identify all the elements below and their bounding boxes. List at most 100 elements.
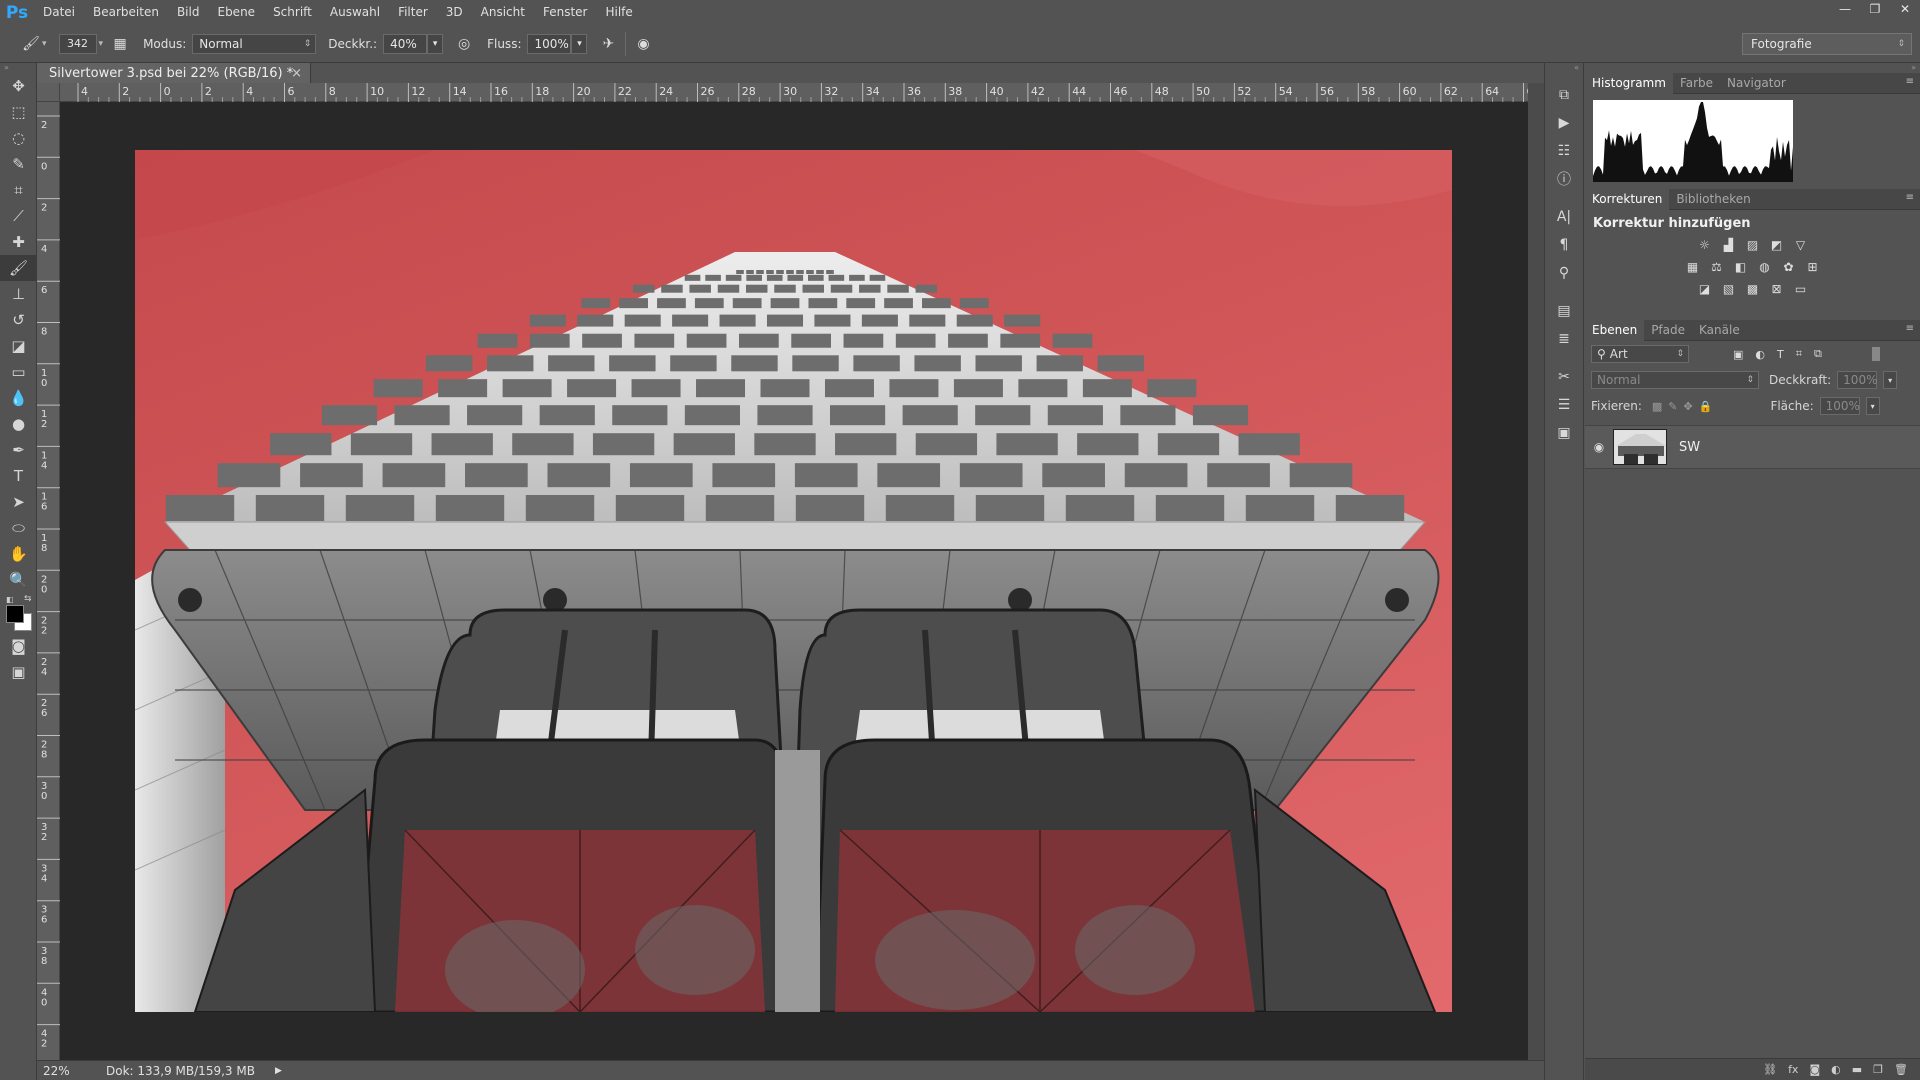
modus-select[interactable]: Normal ⇕ <box>192 33 317 54</box>
panel-menu-icon[interactable]: ≡ <box>1906 76 1914 87</box>
tab-farbe[interactable]: Farbe <box>1673 73 1720 94</box>
pressure-size-icon[interactable]: ◉ <box>632 33 654 55</box>
deckkraft-dropdown-icon[interactable]: ▾ <box>1883 371 1898 389</box>
pen-tool-icon[interactable]: ✒ <box>0 437 37 463</box>
tool-presets-icon[interactable]: ✂ <box>1545 363 1583 391</box>
filter-type-icon[interactable]: T <box>1777 348 1784 361</box>
brush-panel-toggle-icon[interactable]: ▦ <box>109 33 131 55</box>
tab-korrekturen[interactable]: Korrekturen <box>1585 188 1670 210</box>
layer-filter-select[interactable]: ⚲ Art ⇕ <box>1591 345 1689 363</box>
curves-icon[interactable]: ▨ <box>1744 237 1762 253</box>
path-selection-tool-icon[interactable]: ➤ <box>0 489 37 515</box>
filter-adjustment-icon[interactable]: ◐ <box>1755 348 1765 361</box>
swap-colors-icon[interactable]: ⇆ <box>24 594 32 604</box>
add-mask-icon[interactable]: ◙ <box>1809 1063 1820 1076</box>
color-balance-icon[interactable]: ⚖ <box>1708 259 1726 275</box>
quick-selection-tool-icon[interactable]: ✎ <box>0 151 37 177</box>
menu-datei[interactable]: Datei <box>34 0 84 25</box>
color-lookup-icon[interactable]: ⊞ <box>1804 259 1822 275</box>
panel-menu-icon[interactable]: ≡ <box>1906 323 1914 334</box>
layer-thumbnail[interactable] <box>1613 429 1667 465</box>
adjustments-sliders-icon[interactable]: ☰ <box>1545 391 1583 419</box>
deckkraft-input[interactable]: 100% <box>1837 371 1877 389</box>
tab-ebenen[interactable]: Ebenen <box>1585 319 1645 341</box>
lock-transparent-icon[interactable]: ▩ <box>1652 400 1662 413</box>
posterize-icon[interactable]: ▧ <box>1720 281 1738 297</box>
fluss-input[interactable]: 100% <box>527 33 572 54</box>
invert-icon[interactable]: ◪ <box>1696 281 1714 297</box>
history-brush-tool-icon[interactable]: ↺ <box>0 307 37 333</box>
gradient-map-icon[interactable]: ▭ <box>1792 281 1810 297</box>
brush-size-picker[interactable]: 342 <box>58 33 97 54</box>
screen-mode-icon[interactable]: ▣ <box>0 659 37 685</box>
menu-ansicht[interactable]: Ansicht <box>472 0 534 25</box>
default-colors-icon[interactable]: ◧ <box>6 595 14 604</box>
menu-hilfe[interactable]: Hilfe <box>596 0 641 25</box>
actions-panel-icon[interactable]: ▶ <box>1545 109 1583 137</box>
foreground-color-swatch[interactable] <box>6 605 24 623</box>
restore-icon[interactable]: ❐ <box>1860 0 1890 18</box>
document-image[interactable] <box>135 150 1452 1012</box>
filter-smart-object-icon[interactable]: ⧉ <box>1814 347 1822 361</box>
clone-stamp-tool-icon[interactable]: ⊥ <box>0 281 37 307</box>
airbrush-icon[interactable]: ✈ <box>597 33 619 55</box>
type-tool-icon[interactable]: T <box>0 463 37 489</box>
minimize-icon[interactable]: — <box>1830 0 1860 18</box>
brush-picker-arrow-icon[interactable]: ▾ <box>99 39 104 49</box>
eraser-tool-icon[interactable]: ◪ <box>0 333 37 359</box>
ruler-top[interactable]: 4 2 0 2 4 6 8 10 12 14 16 18 20 22 24 26 28 30 32 34 36 38 40 4… <box>60 83 1555 102</box>
new-layer-icon[interactable]: ❐ <box>1873 1063 1883 1076</box>
dodge-tool-icon[interactable]: ● <box>0 411 37 437</box>
preset-dropdown-icon[interactable]: ▾ <box>42 39 47 49</box>
collapse-arrows-icon[interactable]: « <box>1545 63 1583 81</box>
vibrance-icon[interactable]: ▽ <box>1792 237 1810 253</box>
channel-mixer-icon[interactable]: ✿ <box>1780 259 1798 275</box>
blur-tool-icon[interactable]: 💧 <box>0 385 37 411</box>
layer-name[interactable]: SW <box>1679 440 1700 455</box>
workspace-select[interactable]: Fotografie ⇕ <box>1742 33 1912 55</box>
menu-3d[interactable]: 3D <box>437 0 472 25</box>
menu-bild[interactable]: Bild <box>168 0 209 25</box>
filter-shape-icon[interactable]: ⌗ <box>1796 347 1802 361</box>
healing-brush-tool-icon[interactable]: ✚ <box>0 229 37 255</box>
menu-bearbeiten[interactable]: Bearbeiten <box>84 0 168 25</box>
crop-tool-icon[interactable]: ⌗ <box>0 177 37 203</box>
close-window-icon[interactable]: ✕ <box>1890 0 1920 18</box>
lock-all-icon[interactable]: 🔒 <box>1699 400 1713 413</box>
menu-fenster[interactable]: Fenster <box>534 0 597 25</box>
black-white-icon[interactable]: ◧ <box>1732 259 1750 275</box>
fluss-dropdown-icon[interactable]: ▾ <box>571 33 588 54</box>
panel-dock-arrows-icon[interactable]: » <box>1585 63 1920 73</box>
brush-tool-preset-icon[interactable]: 🖌 <box>20 33 42 55</box>
vertical-scrollbar[interactable] <box>1528 83 1544 1060</box>
eyedropper-tool-icon[interactable]: ⟋ <box>0 203 37 229</box>
lock-pixels-icon[interactable]: ✎ <box>1668 400 1677 413</box>
layer-style-icon[interactable]: fx <box>1788 1063 1798 1076</box>
clone-source-icon[interactable]: ▣ <box>1545 419 1583 447</box>
delete-layer-icon[interactable]: 🗑 <box>1894 1063 1908 1076</box>
character-panel-icon[interactable]: A| <box>1545 203 1583 231</box>
menu-filter[interactable]: Filter <box>389 0 437 25</box>
new-group-icon[interactable]: ▬ <box>1852 1063 1862 1076</box>
zoom-tool-icon[interactable]: 🔍 <box>0 567 37 593</box>
levels-icon[interactable]: ▟ <box>1720 237 1738 253</box>
gradient-tool-icon[interactable]: ▭ <box>0 359 37 385</box>
lock-position-icon[interactable]: ✥ <box>1684 400 1693 413</box>
brush-presets-icon[interactable]: ⚲ <box>1545 259 1583 287</box>
hand-tool-icon[interactable]: ✋ <box>0 541 37 567</box>
move-tool-icon[interactable]: ✥ <box>0 73 37 99</box>
info-panel-icon[interactable]: ⓘ <box>1545 165 1583 193</box>
tab-pfade[interactable]: Pfade <box>1644 320 1692 341</box>
layer-row-sw[interactable]: ◉ SW <box>1585 425 1920 469</box>
tab-bibliotheken[interactable]: Bibliotheken <box>1669 189 1757 210</box>
panel-menu-icon[interactable]: ≡ <box>1906 192 1914 203</box>
tab-navigator[interactable]: Navigator <box>1720 73 1793 94</box>
flaeche-dropdown-icon[interactable]: ▾ <box>1865 397 1880 415</box>
deckkr-input[interactable]: 40% <box>383 33 428 54</box>
warning-icon[interactable]: ⚠ <box>1771 108 1782 122</box>
visibility-eye-icon[interactable]: ◉ <box>1585 440 1613 454</box>
panel-grip-icon[interactable]: » <box>0 63 36 73</box>
ruler-left[interactable]: 2024681012141618202224262830323436384042 <box>37 102 60 1060</box>
menu-schrift[interactable]: Schrift <box>264 0 321 25</box>
menu-ebene[interactable]: Ebene <box>208 0 264 25</box>
